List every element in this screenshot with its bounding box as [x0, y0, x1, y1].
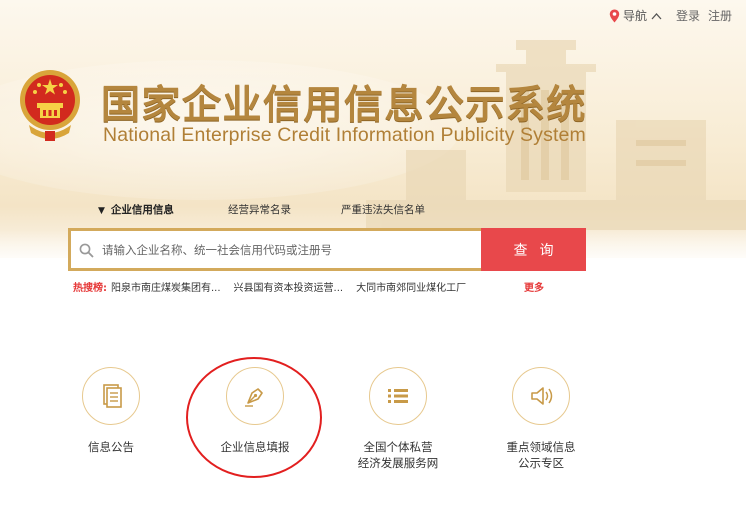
feature-circle [369, 367, 427, 425]
hot-search-more-link[interactable]: 更多 [524, 279, 544, 294]
nav-label: 导航 [622, 9, 647, 23]
feature-label-line: 经济发展服务网 [357, 456, 439, 470]
tab-serious-violation-list[interactable]: 严重违法失信名单 [341, 202, 425, 217]
chevron-up-icon [651, 12, 662, 19]
national-emblem-icon [20, 70, 80, 141]
feature-info-announcement[interactable]: 信息公告 [46, 367, 176, 455]
list-icon [388, 389, 408, 403]
feature-key-area-disclosure[interactable]: 重点领域信息 公示专区 [476, 367, 606, 471]
hot-search-item[interactable]: 阳泉市南庄煤炭集团有... [111, 279, 221, 294]
feature-label: 全国个体私营 经济发展服务网 [333, 439, 463, 471]
search-button[interactable]: 查询 [481, 228, 586, 271]
feature-label-line: 重点领域信息 [506, 440, 576, 454]
tab-label: 经营异常名录 [228, 204, 291, 216]
feature-label: 重点领域信息 公示专区 [476, 439, 606, 471]
tab-enterprise-credit[interactable]: ▼ 企业信用信息 [98, 202, 228, 217]
register-link[interactable]: 注册 [708, 7, 732, 24]
tab-label: 企业信用信息 [110, 204, 174, 216]
search-box [68, 228, 481, 271]
hot-search-item[interactable]: 兴县国有资本投资运营... [234, 279, 344, 294]
hot-search-label: 热搜榜: [73, 283, 107, 294]
feature-circle [512, 367, 570, 425]
search-icon [79, 243, 94, 258]
login-link[interactable]: 登录 [676, 7, 700, 24]
feature-label-line: 公示专区 [518, 456, 564, 470]
caret-down-icon: ▼ [98, 206, 105, 216]
search-tabs: ▼ 企业信用信息 经营异常名录 严重违法失信名单 [98, 202, 425, 217]
feature-private-economy-service[interactable]: 全国个体私营 经济发展服务网 [333, 367, 463, 471]
feature-label: 信息公告 [88, 440, 134, 454]
location-pin-icon [609, 9, 620, 22]
top-bar: 导航 登录 注册 [609, 7, 732, 24]
feature-circle [82, 367, 140, 425]
search-bar: 查询 [68, 228, 586, 271]
document-icon [103, 384, 122, 408]
highlight-annotation [186, 357, 322, 478]
hot-search: 热搜榜: 阳泉市南庄煤炭集团有... 兴县国有资本投资运营... 大同市南郊同业… [73, 279, 544, 294]
feature-label-line: 全国个体私营 [363, 440, 433, 454]
site-title-en: National Enterprise Credit Information P… [103, 124, 586, 146]
nav-menu[interactable]: 导航 [609, 7, 662, 24]
hot-search-item[interactable]: 大同市南郊同业煤化工厂 [356, 279, 466, 294]
speaker-icon [531, 387, 553, 405]
tab-label: 严重违法失信名单 [341, 204, 425, 216]
site-title-cn: 国家企业信用信息公示系统 [101, 83, 588, 128]
tab-abnormal-list[interactable]: 经营异常名录 [228, 202, 341, 217]
search-input[interactable] [102, 237, 472, 263]
